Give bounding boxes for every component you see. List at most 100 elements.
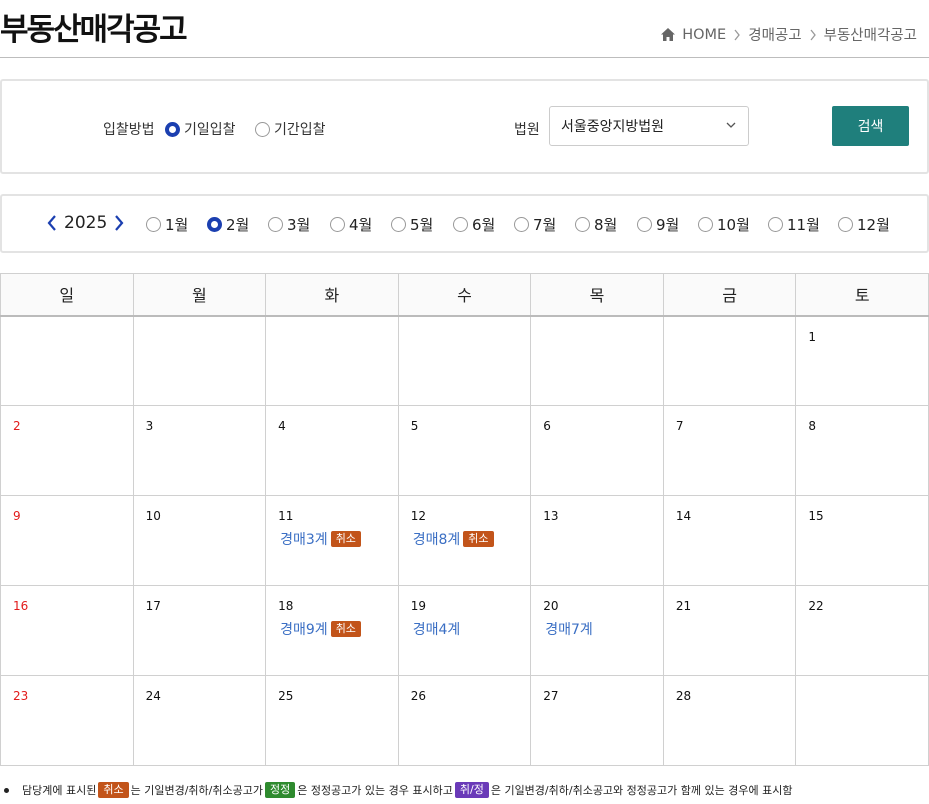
legend-badge-correct: 정정: [264, 782, 296, 798]
radio-unchecked-icon[interactable]: [146, 217, 161, 232]
month-option-10[interactable]: 10월: [698, 214, 750, 235]
day-number: 7: [675, 419, 684, 433]
calendar-day-cell: 12 경매8계 취소: [397, 495, 532, 586]
day-number: 24: [145, 689, 161, 703]
auction-event-link[interactable]: 경매8계 취소: [413, 529, 531, 549]
search-button[interactable]: 검색: [832, 106, 909, 146]
radio-unchecked-icon[interactable]: [514, 217, 529, 232]
month-option-7[interactable]: 7월: [514, 214, 556, 235]
day-number: 3: [145, 419, 154, 433]
radio-unchecked-icon[interactable]: [391, 217, 406, 232]
day-number: 13: [543, 509, 559, 523]
day-number: 19: [410, 599, 426, 613]
day-number: 4: [278, 419, 286, 433]
weekday-header: 수: [397, 273, 532, 317]
breadcrumb-auction-notice[interactable]: 경매공고: [748, 24, 801, 45]
radio-checked-icon[interactable]: [165, 121, 180, 137]
day-number: 23: [13, 689, 29, 703]
month-option-label: 10월: [717, 216, 750, 234]
calendar-day-cell: 20 경매7계: [530, 585, 664, 676]
court-select-value: 서울중앙지방법원: [561, 119, 665, 135]
home-icon[interactable]: [660, 27, 676, 42]
calendar-day-cell: 22: [795, 585, 929, 676]
auction-event-label: 경매9계: [280, 622, 328, 638]
calendar-day-cell: 24: [132, 675, 267, 766]
page-title: 부동산매각공고: [0, 12, 188, 48]
radio-unchecked-icon[interactable]: [637, 217, 652, 232]
radio-checked-icon[interactable]: [207, 217, 222, 232]
radio-unchecked-icon[interactable]: [768, 217, 783, 232]
calendar-day-cell: 15: [795, 495, 929, 586]
bid-option-label: 기일입찰: [184, 122, 236, 138]
month-option-2[interactable]: 2월: [207, 214, 249, 235]
month-option-9[interactable]: 9월: [637, 214, 679, 235]
month-option-6[interactable]: 6월: [453, 214, 495, 235]
calendar-day-cell: 11 경매3계 취소: [265, 495, 399, 586]
chevron-left-icon[interactable]: [46, 214, 58, 232]
calendar-day-cell: 2: [0, 405, 134, 496]
calendar-day-cell: 14: [662, 495, 797, 586]
chevron-right-icon[interactable]: [113, 214, 125, 232]
day-number: 5: [410, 419, 419, 433]
calendar-day-cell: [530, 315, 664, 406]
month-option-label: 9월: [656, 216, 680, 234]
month-option-3[interactable]: 3월: [268, 214, 310, 235]
weekday-header: 화: [265, 273, 399, 317]
weekday-header: 월: [132, 273, 267, 317]
chevron-right-icon: [810, 29, 816, 40]
calendar-day-cell: 19 경매4계: [397, 585, 532, 676]
breadcrumb-current[interactable]: 부동산매각공고: [824, 24, 917, 45]
breadcrumb: HOME 경매공고 부동산매각공고: [660, 24, 917, 45]
calendar-day-cell: 9: [0, 495, 134, 586]
radio-unchecked-icon[interactable]: [268, 217, 283, 232]
day-number: 25: [278, 689, 294, 703]
calendar-week-row: 23 24 25 26 27 28: [0, 675, 929, 766]
month-option-4[interactable]: 4월: [330, 214, 372, 235]
search-panel: 입찰방법 기일입찰 기간입찰 법원 서울중앙지방법원 검색: [0, 79, 929, 174]
auction-event-link[interactable]: 경매3계 취소: [280, 529, 398, 549]
month-option-8[interactable]: 8월: [575, 214, 617, 235]
chevron-down-icon: [726, 122, 736, 128]
calendar-day-cell: [132, 315, 267, 406]
legend-badge-cancel: 취소: [98, 782, 129, 798]
day-number: 6: [543, 419, 551, 433]
breadcrumb-home[interactable]: HOME: [682, 27, 726, 43]
radio-unchecked-icon[interactable]: [453, 217, 468, 232]
calendar-day-cell: 4: [265, 405, 399, 496]
calendar-day-cell: 25: [265, 675, 399, 766]
calendar-day-cell: 7: [662, 405, 797, 496]
radio-unchecked-icon[interactable]: [838, 217, 853, 232]
month-option-label: 7월: [533, 216, 557, 234]
month-option-label: 1월: [165, 216, 189, 234]
day-number: 21: [675, 599, 692, 613]
auction-event-link[interactable]: 경매7계: [545, 619, 663, 639]
calendar-day-cell: 26: [397, 675, 532, 766]
bid-method-label: 입찰방법: [103, 122, 155, 138]
bid-option-date[interactable]: 기일입찰: [165, 119, 236, 139]
month-option-5[interactable]: 5월: [391, 214, 433, 235]
day-number: 17: [145, 599, 161, 613]
month-option-12[interactable]: 12월: [838, 214, 890, 235]
auction-event-link[interactable]: 경매9계 취소: [280, 619, 398, 639]
legend-badge-both: 취/정: [454, 782, 489, 798]
day-events: 경매8계 취소: [413, 529, 531, 549]
day-number: 2: [13, 419, 21, 433]
calendar-day-cell: 13: [530, 495, 664, 586]
day-number: 16: [13, 599, 29, 613]
calendar-week-row: 16 17 18 경매9계 취소 19 경매4계 20 경매7계 21 22: [0, 585, 929, 676]
month-option-1[interactable]: 1월: [146, 214, 188, 235]
month-option-11[interactable]: 11월: [768, 214, 820, 235]
auction-event-link[interactable]: 경매4계: [413, 619, 531, 639]
day-events: 경매4계: [413, 619, 531, 639]
radio-unchecked-icon[interactable]: [575, 217, 590, 232]
month-option-label: 8월: [594, 216, 618, 234]
day-events: 경매7계: [545, 619, 663, 639]
radio-unchecked-icon[interactable]: [330, 217, 345, 232]
day-number: 1: [808, 329, 817, 344]
radio-unchecked-icon[interactable]: [698, 217, 713, 232]
court-select[interactable]: 서울중앙지방법원: [549, 106, 749, 146]
calendar-table: 일월화수목금토 1 2 3 4 5 6 7 8 9 10 11 경매3계 취소 12 경매8계 취소 13 14 1…: [0, 273, 929, 766]
radio-unchecked-icon[interactable]: [255, 121, 270, 137]
bid-option-period[interactable]: 기간입찰: [255, 119, 326, 139]
day-events: 경매3계 취소: [280, 529, 398, 549]
